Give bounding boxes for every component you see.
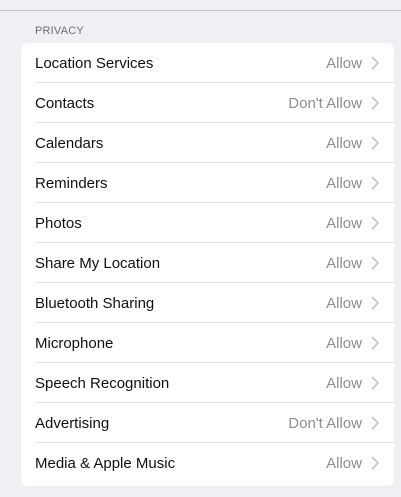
chevron-right-icon <box>371 216 380 230</box>
row-label: Contacts <box>35 94 95 112</box>
row-media-apple-music[interactable]: Media & Apple Music Allow <box>21 443 394 483</box>
row-label: Media & Apple Music <box>35 454 176 472</box>
row-label: Photos <box>35 214 82 232</box>
row-share-my-location[interactable]: Share My Location Allow <box>21 243 394 283</box>
row-speech-recognition[interactable]: Speech Recognition Allow <box>21 363 394 403</box>
top-divider <box>0 10 401 11</box>
row-value: Allow <box>326 254 362 272</box>
row-value: Allow <box>326 374 362 392</box>
row-value: Allow <box>326 134 362 152</box>
row-calendars[interactable]: Calendars Allow <box>21 123 394 163</box>
row-value: Allow <box>326 294 362 312</box>
row-value: Allow <box>326 454 362 472</box>
chevron-right-icon <box>371 256 380 270</box>
row-label: Advertising <box>35 414 110 432</box>
row-label: Microphone <box>35 334 114 352</box>
row-bluetooth-sharing[interactable]: Bluetooth Sharing Allow <box>21 283 394 323</box>
row-label: Location Services <box>35 54 154 72</box>
row-value: Allow <box>326 54 362 72</box>
chevron-right-icon <box>371 96 380 110</box>
chevron-right-icon <box>371 456 380 470</box>
row-value: Don't Allow <box>288 414 362 432</box>
row-value: Allow <box>326 214 362 232</box>
chevron-right-icon <box>371 336 380 350</box>
row-label: Share My Location <box>35 254 161 272</box>
chevron-right-icon <box>371 176 380 190</box>
row-value: Allow <box>326 334 362 352</box>
row-label: Reminders <box>35 174 108 192</box>
chevron-right-icon <box>371 56 380 70</box>
row-advertising[interactable]: Advertising Don't Allow <box>21 403 394 443</box>
row-location-services[interactable]: Location Services Allow <box>21 43 394 83</box>
row-microphone[interactable]: Microphone Allow <box>21 323 394 363</box>
chevron-right-icon <box>371 376 380 390</box>
chevron-right-icon <box>371 416 380 430</box>
row-label: Calendars <box>35 134 104 152</box>
chevron-right-icon <box>371 136 380 150</box>
row-label: Speech Recognition <box>35 374 170 392</box>
row-contacts[interactable]: Contacts Don't Allow <box>21 83 394 123</box>
row-photos[interactable]: Photos Allow <box>21 203 394 243</box>
section-header: PRIVACY <box>35 25 84 37</box>
privacy-settings-list: Location Services Allow Contacts Don't A… <box>21 43 394 486</box>
row-value: Don't Allow <box>288 94 362 112</box>
row-label: Bluetooth Sharing <box>35 294 155 312</box>
row-value: Allow <box>326 174 362 192</box>
chevron-right-icon <box>371 296 380 310</box>
row-reminders[interactable]: Reminders Allow <box>21 163 394 203</box>
